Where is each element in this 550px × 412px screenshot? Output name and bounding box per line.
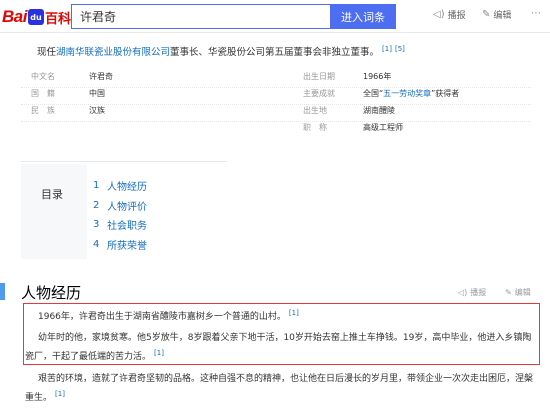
logo-baike-text: 百科	[44, 10, 71, 26]
catalog-divider	[21, 161, 227, 162]
info-label: 国 籍	[31, 89, 55, 98]
info-label: 中文名	[31, 72, 55, 81]
logo-paw-icon: du	[27, 9, 44, 25]
search-input[interactable]	[71, 4, 330, 29]
section-accent-bar	[0, 283, 5, 300]
section-edit-label: 编辑	[514, 288, 531, 297]
info-row: 中文名 许君奇 出生日期 1966年	[21, 71, 531, 88]
catalog-item-num: 4	[93, 238, 100, 250]
info-value: 湖南醴陵	[363, 106, 395, 115]
header-edit-button[interactable]: ✎ 编辑	[482, 8, 511, 21]
company-link[interactable]: 湖南华联瓷业股份有限公司	[56, 47, 170, 58]
edit-icon: ✎	[505, 288, 512, 297]
header-more-button[interactable]: ⋯	[531, 8, 544, 19]
catalog-item-label: 社会职务	[107, 221, 147, 233]
medal-link[interactable]: 五一劳动奖章	[383, 89, 431, 98]
enter-entry-button[interactable]: 进入词条	[330, 4, 396, 29]
catalog-item-num: 1	[93, 180, 100, 192]
catalog-list: 1 人物经历 2 人物评价 3 社会职务 4 所获荣誉	[93, 176, 147, 254]
logo-bai-text: Bai	[2, 7, 27, 26]
info-label: 主要成就	[303, 89, 335, 98]
achievement-post: ”获得者	[431, 89, 460, 98]
info-row: 国 籍 中国 主要成就 全国“五一劳动奖章”获得者	[21, 88, 531, 105]
catalog-item[interactable]: 3 社会职务	[93, 215, 147, 235]
header-play-button[interactable]: ◁) 播报	[433, 8, 466, 21]
catalog-item-label: 所获荣誉	[107, 240, 147, 252]
reference-link[interactable]: [1]	[382, 45, 392, 53]
info-row: 职 称 高级工程师	[21, 122, 531, 139]
info-label: 民 族	[31, 106, 55, 115]
speaker-icon: ◁)	[433, 9, 445, 20]
section-title: 人物经历	[21, 284, 82, 302]
highlight-box	[23, 303, 540, 365]
info-value: 汉族	[89, 106, 105, 115]
more-icon: ⋯	[531, 8, 541, 19]
catalog-item-label: 人物经历	[107, 182, 147, 194]
top-header: Bai du 百科 进入词条 ◁) 播报 ✎ 编辑 ⋯	[0, 0, 550, 33]
catalog-title-box: 目录	[21, 164, 87, 259]
section-edit-button[interactable]: ✎ 编辑	[505, 287, 531, 298]
catalog-item[interactable]: 1 人物经历	[93, 176, 147, 196]
section-play-label: 播报	[470, 288, 487, 297]
info-value: 全国“五一劳动奖章”获得者	[363, 88, 459, 99]
info-value: 许君奇	[89, 72, 113, 81]
info-label: 职 称	[303, 123, 327, 132]
reference-link[interactable]: [5]	[395, 45, 405, 53]
summary-text: 现任湖南华联瓷业股份有限公司董事长、华瓷股份公司第五届董事会非独立董事。 [1][…	[37, 44, 405, 58]
header-play-label: 播报	[447, 11, 466, 21]
reference-link[interactable]: [1]	[55, 390, 65, 398]
info-value: 高级工程师	[363, 123, 403, 132]
edit-icon: ✎	[482, 9, 491, 20]
info-label: 出生日期	[303, 72, 335, 81]
summary-prefix: 现任	[37, 47, 57, 58]
catalog-item-num: 3	[93, 219, 100, 231]
catalog-title: 目录	[41, 188, 63, 201]
header-edit-label: 编辑	[493, 11, 512, 21]
info-row: 民 族 汉族 出生地 湖南醴陵	[21, 105, 531, 122]
achievement-pre: 全国“	[363, 89, 384, 98]
catalog-item[interactable]: 4 所获荣誉	[93, 235, 147, 255]
baidu-baike-logo[interactable]: Bai du 百科	[2, 6, 71, 28]
summary-suffix: 董事长、华瓷股份公司第五届董事会非独立董事。	[170, 47, 380, 58]
country-link[interactable]: 中国	[89, 88, 105, 99]
basic-info-table: 中文名 许君奇 出生日期 1966年 国 籍 中国 主要成就 全国“五一劳动奖章…	[21, 71, 531, 139]
info-value: 1966年	[363, 72, 392, 81]
paragraph-text: 艰苦的环境，造就了许君奇坚韧的品格。这种自强不息的精神，也让他在日后漫长的岁月里…	[25, 374, 534, 403]
table-of-contents: 目录 1 人物经历 2 人物评价 3 社会职务 4 所获荣誉	[21, 164, 227, 259]
info-label: 出生地	[303, 106, 327, 115]
catalog-item[interactable]: 2 人物评价	[93, 196, 147, 216]
paragraph: 艰苦的环境，造就了许君奇坚韧的品格。这种自强不息的精神，也让他在日后漫长的岁月里…	[25, 372, 535, 406]
section-play-button[interactable]: ◁) 播报	[458, 287, 486, 298]
catalog-item-num: 2	[93, 199, 100, 211]
catalog-item-label: 人物评价	[107, 201, 147, 213]
speaker-icon: ◁)	[458, 288, 468, 297]
